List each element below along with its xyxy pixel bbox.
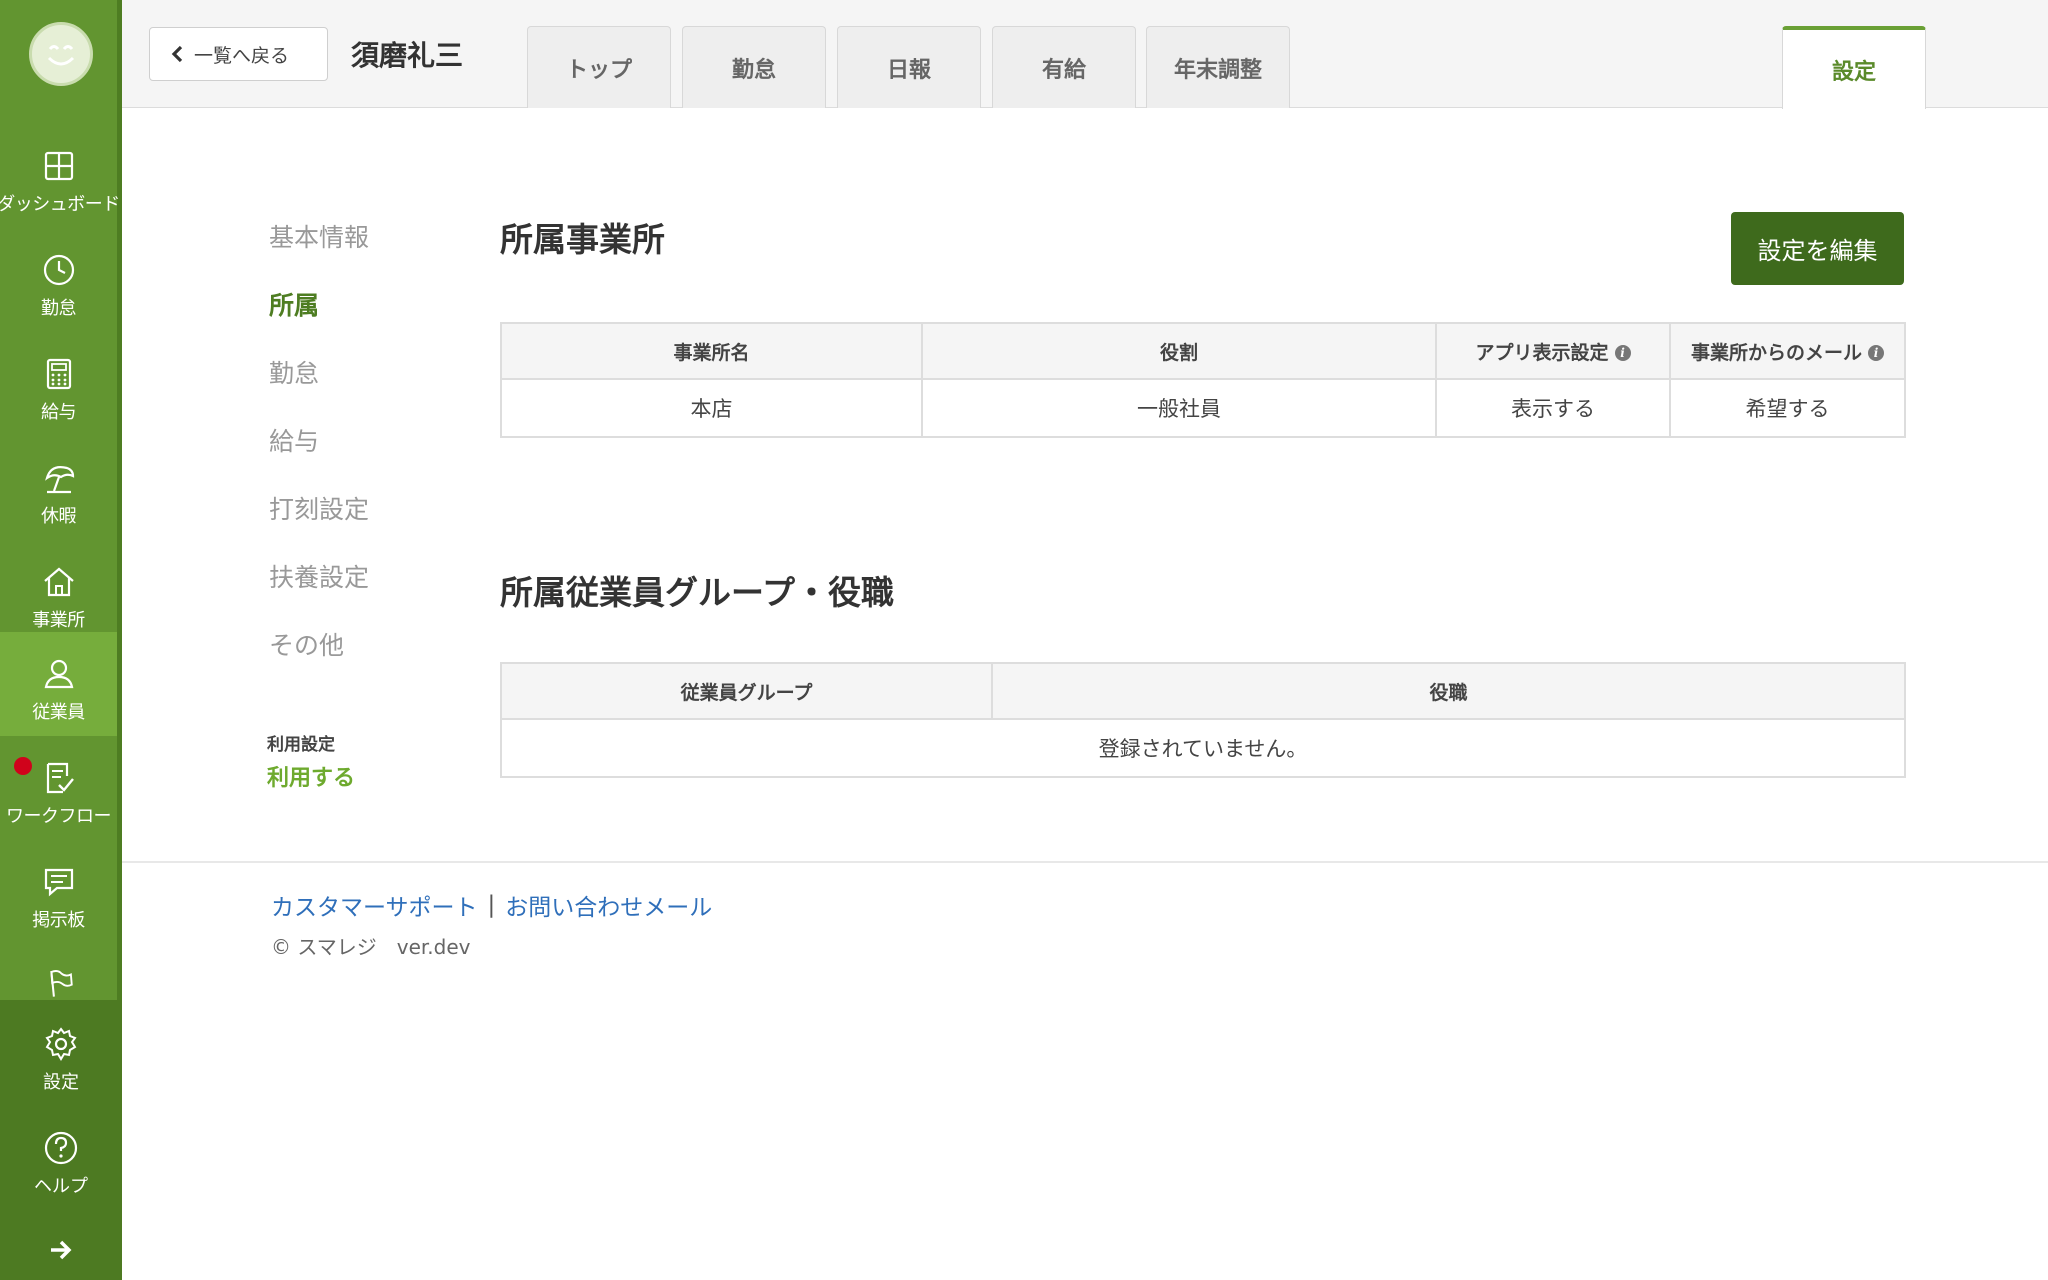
table-row: 本店 一般社員 表示する 希望する <box>500 378 1906 438</box>
tab-attendance[interactable]: 勤怠 <box>682 26 826 108</box>
calculator-icon <box>46 358 71 390</box>
sidebar-item-leave[interactable]: 休暇 <box>0 436 117 540</box>
sidebar-item-label: 給与 <box>41 402 77 423</box>
sidebar-item-help[interactable]: ヘルプ <box>0 1104 122 1208</box>
empty-message: 登録されていません。 <box>500 718 1906 778</box>
tab-settings[interactable]: 設定 <box>1782 26 1926 109</box>
table-header-row: 従業員グループ 役職 <box>500 662 1906 720</box>
sidebar-item-label: 掲示板 <box>32 910 85 931</box>
tab-daily-report[interactable]: 日報 <box>837 26 981 108</box>
subnav-payroll[interactable]: 給与 <box>269 422 319 458</box>
copyright-text: © スマレジ ver.dev <box>271 935 471 959</box>
sidebar-item-label: 事業所 <box>32 610 85 631</box>
checklist-icon <box>46 762 74 794</box>
top-header: 一覧へ戻る 須磨礼三 トップ 勤怠 日報 有給 年末調整 設定 <box>122 0 2048 109</box>
sidebar-item-employees[interactable]: 従業員 <box>0 632 117 736</box>
office-table: 事業所名 役割 アプリ表示設定 i 事業所からのメール i 本店 一般社員 表示する… <box>500 322 1906 438</box>
app-logo[interactable] <box>29 22 93 86</box>
column-header-label: 事業所名 <box>673 341 750 364</box>
sidebar: ダッシュボード 勤怠 給与 休暇 事業所 従業員 ワークフロー 掲示板 設定 ヘ… <box>0 0 122 1280</box>
person-icon <box>44 659 73 689</box>
sidebar-item-label: ヘルプ <box>34 1176 88 1197</box>
subnav-affiliation[interactable]: 所属 <box>269 286 319 322</box>
sidebar-item-bulletin[interactable]: 掲示板 <box>0 840 117 944</box>
umbrella-icon <box>44 466 74 494</box>
subnav-basic-info[interactable]: 基本情報 <box>269 218 369 254</box>
subnav-attendance[interactable]: 勤怠 <box>269 354 319 390</box>
sidebar-item-label: 休暇 <box>41 506 77 527</box>
notification-badge <box>14 757 32 775</box>
smiley-logo-icon <box>47 45 75 66</box>
flag-icon <box>49 970 73 997</box>
gear-icon <box>45 1027 77 1061</box>
footer-divider <box>122 861 2048 863</box>
sidebar-item-workflow[interactable]: ワークフロー <box>0 736 117 840</box>
back-button-label: 一覧へ戻る <box>194 44 290 67</box>
sidebar-item-label: 設定 <box>43 1072 79 1093</box>
cell-office-mail: 希望する <box>1669 378 1906 438</box>
cell-office-name: 本店 <box>500 378 923 438</box>
usage-setting-label: 利用設定 <box>267 735 335 755</box>
subnav-dependents-settings[interactable]: 扶養設定 <box>269 558 369 594</box>
cell-role: 一般社員 <box>921 378 1437 438</box>
office-section-title: 所属事業所 <box>500 220 665 259</box>
home-icon <box>43 567 74 597</box>
tab-year-end-adjustment[interactable]: 年末調整 <box>1146 26 1290 108</box>
cell-app-display: 表示する <box>1435 378 1671 438</box>
sidebar-item-dashboard[interactable]: ダッシュボード <box>0 124 120 228</box>
edit-settings-button[interactable]: 設定を編集 <box>1731 212 1904 285</box>
clock-icon <box>43 254 74 286</box>
subnav-other[interactable]: その他 <box>269 626 344 662</box>
footer-links: カスタマーサポート | お問い合わせメール <box>271 888 712 922</box>
tab-paid-leave[interactable]: 有給 <box>992 26 1136 108</box>
expand-arrow-icon[interactable] <box>47 1238 75 1262</box>
column-header-role: 役割 <box>921 322 1437 380</box>
dashboard-icon <box>44 151 73 181</box>
usage-setting-value: 利用する <box>267 766 356 791</box>
column-header-office-name: 事業所名 <box>500 322 923 380</box>
column-header-label: アプリ表示設定 <box>1475 341 1609 364</box>
employee-name: 須磨礼三 <box>351 39 464 72</box>
column-header-label: 役割 <box>1159 341 1198 364</box>
info-icon[interactable]: i <box>1614 345 1631 361</box>
sidebar-item-office[interactable]: 事業所 <box>0 540 117 644</box>
tab-top[interactable]: トップ <box>527 26 671 108</box>
customer-support-link[interactable]: カスタマーサポート <box>271 888 478 922</box>
sidebar-item-label: 勤怠 <box>41 298 77 319</box>
sidebar-item-flag[interactable] <box>0 944 117 1000</box>
sidebar-item-attendance[interactable]: 勤怠 <box>0 228 117 332</box>
back-to-list-button[interactable]: 一覧へ戻る <box>149 27 328 81</box>
footer-separator: | <box>487 892 496 918</box>
sidebar-item-label: ダッシュボード <box>0 194 120 215</box>
column-header-office-mail: 事業所からのメール i <box>1669 322 1906 380</box>
column-header-employee-group: 従業員グループ <box>500 662 993 720</box>
sidebar-item-label: ワークフロー <box>6 806 112 827</box>
group-section-title: 所属従業員グループ・役職 <box>500 573 895 612</box>
sidebar-item-payroll[interactable]: 給与 <box>0 332 117 436</box>
subnav-clock-settings[interactable]: 打刻設定 <box>269 490 369 526</box>
column-header-position: 役職 <box>991 662 1906 720</box>
column-header-app-display: アプリ表示設定 i <box>1435 322 1671 380</box>
help-icon <box>44 1131 78 1165</box>
chevron-left-icon <box>171 45 183 63</box>
chat-icon <box>44 868 73 897</box>
table-header-row: 事業所名 役割 アプリ表示設定 i 事業所からのメール i <box>500 322 1906 380</box>
column-header-label: 事業所からのメール <box>1690 341 1862 364</box>
table-row: 登録されていません。 <box>500 718 1906 778</box>
sidebar-item-settings[interactable]: 設定 <box>0 1000 122 1104</box>
contact-mail-link[interactable]: お問い合わせメール <box>505 888 712 922</box>
sidebar-item-label: 従業員 <box>32 702 85 723</box>
info-icon[interactable]: i <box>1868 345 1884 361</box>
group-table: 従業員グループ 役職 登録されていません。 <box>500 662 1906 778</box>
